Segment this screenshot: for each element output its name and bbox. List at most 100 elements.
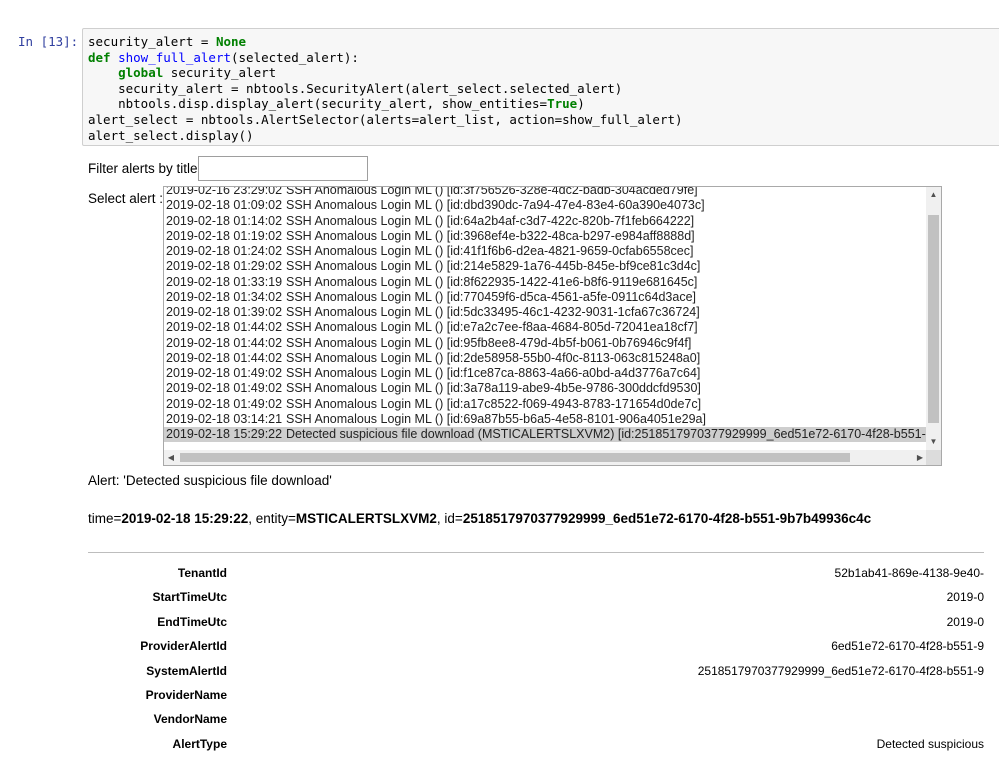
alert-option-text: SSH Anomalous Login ML () [id:a17c8522-f… [286, 396, 702, 411]
table-row: VendorName [88, 707, 984, 731]
alert-option-time: 2019-02-18 15:29:22 [166, 427, 283, 441]
property-value: 52b1ab41-869e-4138-9e40- [834, 566, 984, 580]
alert-option-time: 2019-02-18 01:24:02 [166, 244, 283, 258]
alert-option[interactable]: 2019-02-18 01:49:02 SSH Anomalous Login M… [164, 397, 926, 412]
horizontal-scroll-thumb[interactable] [180, 453, 850, 462]
alert-option[interactable]: 2019-02-18 01:44:02 SSH Anomalous Login M… [164, 351, 926, 366]
alert-properties-table: TenantId 52b1ab41-869e-4138-9e40- StartTim… [88, 555, 984, 757]
vertical-scroll-thumb[interactable] [928, 215, 939, 423]
table-divider [88, 552, 984, 553]
alert-option-text: SSH Anomalous Login ML () [id:214e5829-1… [286, 259, 701, 274]
property-value: 2019-0 [946, 614, 984, 629]
scroll-up-icon[interactable]: ▲ [926, 190, 941, 200]
scroll-down-icon[interactable]: ▼ [926, 437, 941, 447]
property-name: AlertType [172, 736, 227, 751]
property-value: 2518517970377929999_6ed51e72-6170-4f28-b… [697, 663, 984, 678]
alert-option-time: 2019-02-18 01:39:02 [166, 305, 283, 319]
alert-option[interactable]: 2019-02-18 15:29:22 Detected suspicious f… [164, 427, 926, 443]
table-row: StartTimeUtc 2019-0 [88, 585, 984, 609]
alert-title: Alert: 'Detected suspicious file downloa… [88, 473, 332, 488]
select-label: Select alert : [88, 191, 164, 206]
property-value: 6ed51e72-6170-4f28-b551-9 [831, 639, 984, 654]
alert-id: 2518517970377929999_6ed51e72-6170-4f28-b… [462, 511, 872, 526]
alert-option[interactable]: 2019-02-18 01:09:02 SSH Anomalous Login M… [164, 198, 926, 213]
alert-option-text: SSH Anomalous Login ML () [id:3a78a119-a… [286, 381, 701, 396]
alert-option-time: 2019-02-18 01:44:02 [166, 350, 283, 365]
alert-time: 2019-02-18 15:29:22 [121, 511, 249, 526]
alert-entity: MSTICALERTSLXVM2 [295, 511, 437, 526]
alert-option-text: SSH Anomalous Login ML () [id:5dc33495-4… [286, 305, 700, 319]
alert-option-text: SSH Anomalous Login ML () [id:3968ef4e-b… [286, 228, 695, 243]
cell-prompt: In [13]: [18, 34, 79, 49]
table-row: EndTimeUtc 2019-0 [88, 610, 984, 634]
alert-option[interactable]: 2019-02-18 03:14:21 SSH Anomalous Login M… [164, 412, 926, 427]
alert-option-text: Detected suspicious file download (MSTIC… [286, 427, 926, 441]
alert-option[interactable]: 2019-02-18 01:33:19 SSH Anomalous Login M… [164, 275, 926, 290]
id-label: , id= [436, 511, 463, 526]
alert-option-text: SSH Anomalous Login ML () [id:64a2b4af-c… [286, 213, 695, 228]
scroll-left-icon[interactable]: ◀ [166, 453, 176, 463]
alert-option-time: 2019-02-18 01:44:02 [166, 335, 283, 350]
alert-option-time: 2019-02-16 23:29:02 [166, 186, 283, 197]
alert-option-text: SSH Anomalous Login ML () [id:3f756526-3… [286, 186, 698, 197]
alert-select-list[interactable]: 2019-02-16 23:29:02 SSH Anomalous Login M… [163, 186, 942, 466]
table-row: ProviderName [88, 683, 984, 707]
alert-option-time: 2019-02-18 03:14:21 [166, 411, 283, 426]
alert-options: 2019-02-16 23:29:02 SSH Anomalous Login M… [164, 186, 926, 443]
alert-option-time: 2019-02-18 01:14:02 [166, 213, 283, 228]
vertical-scrollbar[interactable]: ▲ ▼ [926, 187, 941, 450]
alert-summary: time=2019-02-18 15:29:22, entity=MSTICAL… [88, 511, 871, 526]
alert-option[interactable]: 2019-02-18 01:49:02 SSH Anomalous Login M… [164, 366, 926, 381]
property-name: ProviderName [145, 688, 227, 702]
alert-option-text: SSH Anomalous Login ML () [id:f1ce87ca-8… [286, 366, 701, 380]
alert-option[interactable]: 2019-02-18 01:34:02 SSH Anomalous Login M… [164, 290, 926, 305]
table-row: TenantId 52b1ab41-869e-4138-9e40- [88, 561, 984, 585]
alert-option-time: 2019-02-18 01:44:02 [166, 320, 283, 335]
alert-option-text: SSH Anomalous Login ML () [id:2de58958-5… [286, 350, 701, 365]
property-name: ProviderAlertId [140, 639, 227, 654]
alert-option-time: 2019-02-18 01:33:19 [166, 274, 283, 289]
table-row: SystemAlertId 2518517970377929999_6ed51e7… [88, 659, 984, 683]
alert-option-text: SSH Anomalous Login ML () [id:8f622935-1… [286, 274, 698, 289]
time-label: time= [88, 511, 122, 526]
property-value: 2019-0 [946, 590, 984, 605]
alert-option[interactable]: 2019-02-18 01:24:02 SSH Anomalous Login M… [164, 244, 926, 259]
alert-option-text: SSH Anomalous Login ML () [id:41f1f6b6-d… [286, 244, 694, 258]
alert-option-text: SSH Anomalous Login ML () [id:e7a2c7ee-f… [286, 320, 698, 335]
property-name: StartTimeUtc [152, 590, 227, 605]
alert-option[interactable]: 2019-02-16 23:29:02 SSH Anomalous Login M… [164, 186, 926, 198]
filter-label: Filter alerts by title: [88, 161, 202, 176]
property-name: VendorName [153, 712, 227, 727]
alert-option[interactable]: 2019-02-18 01:39:02 SSH Anomalous Login M… [164, 305, 926, 320]
alert-option[interactable]: 2019-02-18 01:14:02 SSH Anomalous Login M… [164, 214, 926, 229]
horizontal-scrollbar[interactable]: ◀ ▶ [164, 450, 926, 465]
alert-option-time: 2019-02-18 01:09:02 [166, 198, 283, 213]
alert-option-time: 2019-02-18 01:19:02 [166, 228, 283, 243]
property-name: TenantId [177, 566, 227, 580]
table-row: ProviderAlertId 6ed51e72-6170-4f28-b551-9 [88, 634, 984, 658]
alert-option-time: 2019-02-18 01:29:02 [166, 259, 283, 274]
alert-option-text: SSH Anomalous Login ML () [id:770459f6-d… [286, 289, 696, 304]
alert-option[interactable]: 2019-02-18 01:44:02 SSH Anomalous Login M… [164, 320, 926, 335]
property-value: Detected suspicious [876, 736, 984, 751]
alert-option-time: 2019-02-18 01:49:02 [166, 366, 283, 380]
table-row: AlertType Detected suspicious [88, 732, 984, 756]
scroll-right-icon[interactable]: ▶ [914, 453, 926, 463]
code-cell-editor[interactable]: security_alert = None def show_full_aler… [82, 28, 999, 146]
property-name: EndTimeUtc [157, 614, 227, 629]
alert-option[interactable]: 2019-02-18 01:19:02 SSH Anomalous Login M… [164, 229, 926, 244]
alert-option-time: 2019-02-18 01:49:02 [166, 396, 283, 411]
filter-input[interactable] [198, 156, 368, 181]
scrollbar-corner [926, 450, 941, 465]
alert-option-text: SSH Anomalous Login ML () [id:69a87b55-b… [286, 411, 706, 426]
entity-label: , entity= [248, 511, 296, 526]
alert-option-text: SSH Anomalous Login ML () [id:95fb8ee8-4… [286, 335, 692, 350]
alert-option-text: SSH Anomalous Login ML () [id:dbd390dc-7… [286, 198, 705, 213]
code-text[interactable]: security_alert = None def show_full_aler… [88, 34, 683, 143]
alert-option[interactable]: 2019-02-18 01:29:02 SSH Anomalous Login M… [164, 259, 926, 274]
alert-option-time: 2019-02-18 01:34:02 [166, 289, 283, 304]
alert-option[interactable]: 2019-02-18 01:44:02 SSH Anomalous Login M… [164, 336, 926, 351]
alert-option[interactable]: 2019-02-18 01:49:02 SSH Anomalous Login M… [164, 381, 926, 396]
property-name: SystemAlertId [146, 663, 227, 678]
alert-option-time: 2019-02-18 01:49:02 [166, 381, 283, 396]
